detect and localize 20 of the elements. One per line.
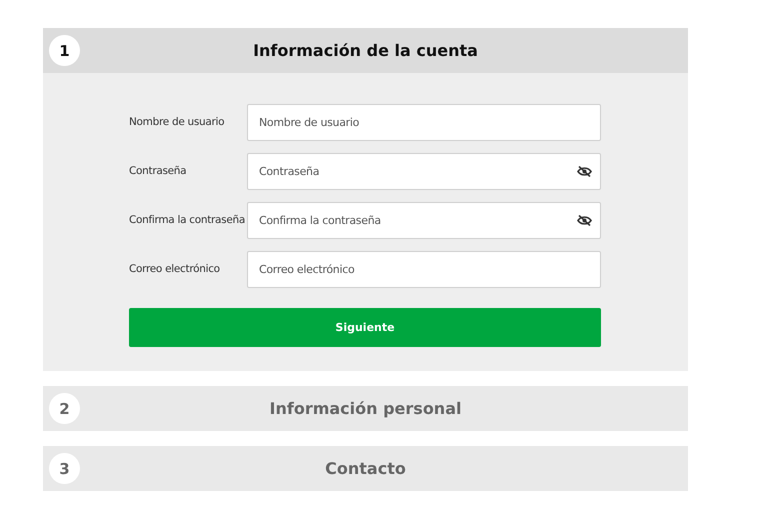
step-title: Contacto — [325, 459, 406, 478]
step-number: 1 — [49, 35, 80, 66]
field-label: Correo electrónico — [129, 262, 221, 275]
input-field[interactable]: Nombre de usuario — [247, 104, 601, 141]
field-label: Nombre de usuario — [129, 115, 226, 128]
step-title: Información personal — [270, 399, 462, 418]
eye-slash-icon[interactable] — [577, 215, 592, 226]
next-button[interactable]: Siguiente — [129, 308, 601, 347]
field-label: Contraseña — [129, 164, 188, 177]
eye-slash-icon[interactable] — [577, 166, 592, 177]
field-label: Confirma la contraseña — [129, 213, 246, 226]
step-number: 2 — [49, 393, 80, 424]
step-header[interactable]: 1 Información de la cuenta — [43, 28, 688, 73]
step-title: Información de la cuenta — [253, 41, 478, 60]
step-number: 3 — [49, 453, 80, 484]
step-header[interactable]: 2 Información personal — [43, 386, 688, 431]
input-field[interactable]: Confirma la contraseña — [247, 202, 601, 239]
input-field[interactable]: Correo electrónico — [247, 251, 601, 288]
step-header[interactable]: 3 Contacto — [43, 446, 688, 491]
input-field[interactable]: Contraseña — [247, 153, 601, 190]
